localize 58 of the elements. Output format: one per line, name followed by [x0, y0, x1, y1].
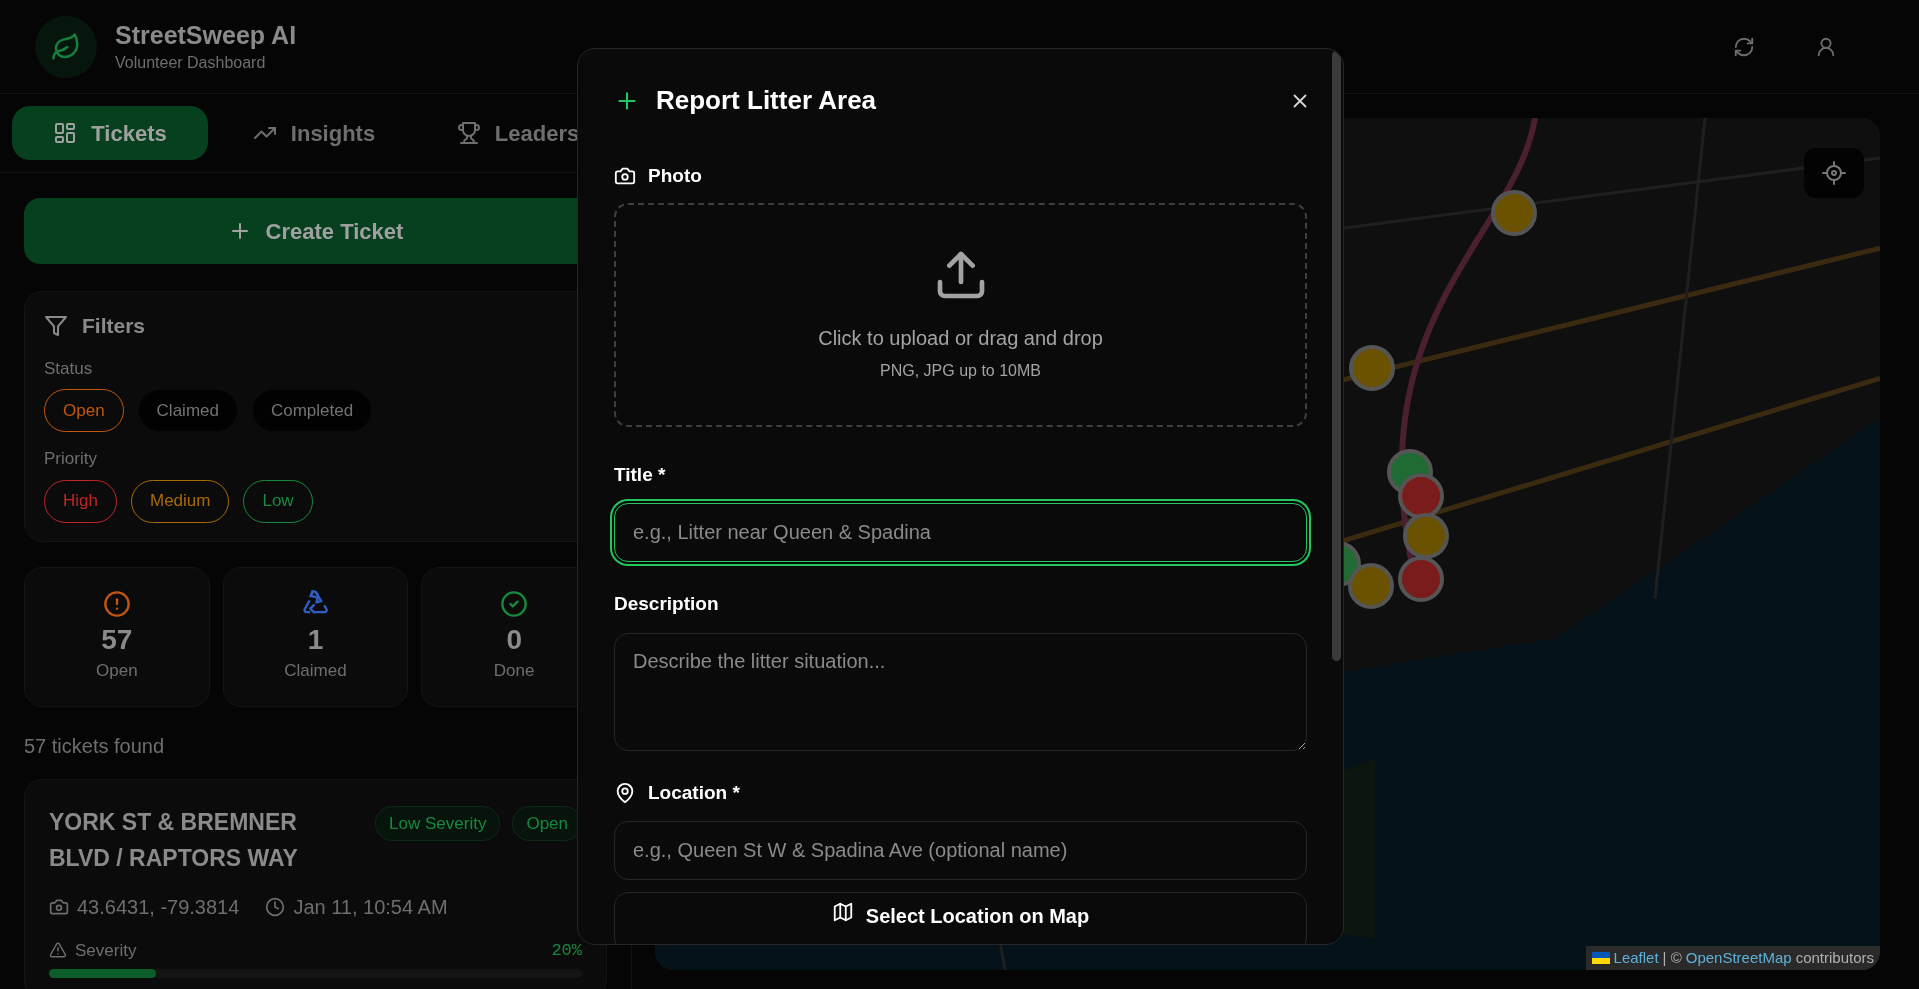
map-icon — [831, 901, 854, 923]
upload-hint: PNG, JPG up to 10MB — [880, 360, 1041, 381]
ticket-coordinates: 43.6431, -79.3814 — [77, 894, 240, 920]
status-badge: Low Severity — [375, 805, 501, 841]
modal-title: Report Litter Area — [656, 84, 877, 117]
field-label: Photo — [648, 164, 702, 188]
filter-label: Priority — [44, 448, 97, 470]
select-location-button[interactable]: Select Location on Map — [614, 892, 1307, 944]
filter-label: Status — [44, 357, 93, 380]
scrollbar-thumb[interactable] — [1332, 51, 1341, 661]
stat-label: Claimed — [284, 659, 347, 682]
filter-icon — [44, 313, 68, 338]
attribution-link[interactable]: OpenStreetMap — [1685, 946, 1792, 969]
filter-chip[interactable]: Claimed — [137, 389, 238, 432]
field-label: Title * — [614, 462, 666, 487]
map-pin-icon — [614, 781, 636, 804]
ticket-card[interactable]: YORK ST & BREMNER BLVD / RAPTORS WAY Low Severity Open 43.6431, -79.3814 Jan 11, 10:54 AM Severity 20% — [24, 778, 607, 989]
refresh-icon — [1733, 35, 1755, 58]
stat-value: 0 — [506, 622, 522, 657]
filter-chip[interactable]: Medium — [130, 479, 230, 523]
attribution-link[interactable]: Leaflet — [1613, 946, 1659, 969]
stat-value: 1 — [307, 622, 324, 657]
location-field[interactable]: e.g., Queen St W & Spadina Ave (optional name) — [614, 821, 1307, 880]
clock-icon — [265, 896, 286, 917]
attribution-text: contributors — [1795, 947, 1874, 968]
filters-heading: Filters — [82, 313, 146, 339]
ticket-time: Jan 11, 10:54 AM — [293, 894, 448, 920]
attribution-text: | © — [1662, 947, 1682, 968]
upload-text: Click to upload or drag and drop — [818, 325, 1103, 351]
description-field[interactable]: Describe the litter situation... — [614, 632, 1307, 751]
tab[interactable]: Tickets — [12, 106, 208, 160]
field-label: Location * — [648, 780, 740, 805]
filter-chip[interactable]: Completed — [251, 389, 373, 432]
flag-icon — [1591, 951, 1610, 964]
warning-icon — [49, 941, 67, 960]
app-title: StreetSweep AI — [115, 19, 297, 51]
filter-chip[interactable]: Low — [243, 479, 313, 523]
leaf-icon — [51, 31, 81, 62]
grid-icon — [53, 121, 78, 145]
ticket-title: YORK ST & BREMNER BLVD / RAPTORS WAY — [49, 807, 299, 873]
trophy-icon — [456, 121, 481, 145]
filter-chip[interactable]: High — [44, 479, 117, 523]
tab[interactable]: Insights — [216, 106, 412, 160]
user-icon — [1815, 35, 1837, 58]
stat-label: Open — [96, 659, 138, 682]
severity-reading: 20% — [551, 939, 582, 962]
stat-value: 57 — [101, 622, 133, 657]
title-field[interactable]: e.g., Litter near Queen & Spadina — [614, 503, 1307, 562]
crosshair-icon — [1822, 161, 1846, 185]
app-subtitle: Volunteer Dashboard — [115, 52, 267, 73]
filter-chip[interactable]: Open — [44, 389, 124, 432]
locate-button[interactable] — [1804, 148, 1864, 198]
upload-dropzone[interactable]: Click to upload or drag and drop PNG, JPG up to 10MB — [614, 202, 1307, 427]
field-label: Description — [614, 592, 719, 616]
results-count: 57 tickets found — [24, 733, 165, 759]
severity-label: Severity — [75, 939, 137, 962]
stat-label: Done — [493, 659, 535, 682]
tab[interactable]: Leaders — [420, 106, 616, 160]
